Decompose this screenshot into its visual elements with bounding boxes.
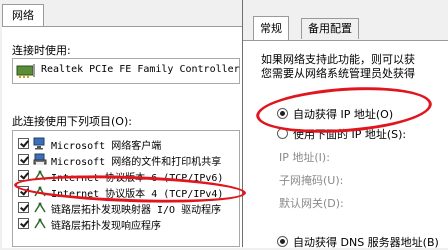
ipv4-tab-body: 如果网络支持此功能，则可以获 您需要从网络系统管理员处获得 自动获得 IP 地址… [243,40,448,250]
ip-address-label: IP 地址(I): [279,151,330,164]
item-checkbox[interactable] [18,218,29,229]
item-label: 链路层拓扑发现响应程序 [51,221,161,232]
connection-items-list[interactable]: Microsoft 网络客户端 Microsoft 网络的文件和打印机共享 In… [12,130,240,247]
item-checkbox[interactable] [18,170,29,181]
list-item[interactable]: Microsoft 网络的文件和打印机共享 [13,152,239,168]
protocol-icon [34,218,46,229]
protocol-icon [34,202,46,213]
network-client-icon [33,137,45,150]
manual-ip-radio[interactable] [277,128,288,139]
list-item[interactable]: 链路层拓扑发现响应程序 [13,216,239,232]
network-adapter-icon [16,64,35,78]
item-label: Microsoft 网络客户端 [51,141,162,152]
manual-ip-label[interactable]: 使用下面的 IP 地址(S): [293,126,406,142]
protocol-icon [34,186,46,197]
item-checkbox[interactable] [18,154,29,165]
tab-general[interactable]: 常规 [253,16,289,41]
adapter-properties-panel: 网络 连接时使用: Realtek PCIe FE Family Control… [0,0,242,248]
auto-ip-label[interactable]: 自动获得 IP 地址(O) [293,106,393,122]
auto-dns-label[interactable]: 自动获得 DNS 服务器地址(B) [293,234,439,250]
adapter-box: Realtek PCIe FE Family Controller [12,58,240,84]
adapter-tab-strip: 网络 [0,0,242,28]
item-label: Internet 协议版本 4 (TCP/IPv4) [51,189,224,200]
item-checkbox[interactable] [18,202,29,213]
list-item[interactable]: Microsoft 网络客户端 [13,136,239,152]
description-line-2: 您需要从网络系统管理员处获得 [261,67,415,80]
item-label: 链路层拓扑发现映射器 I/O 驱动程序 [51,205,222,216]
auto-dns-radio[interactable] [277,236,288,247]
auto-ip-radio[interactable] [277,108,288,119]
ipv4-properties-window: 常规 备用配置 如果网络支持此功能，则可以获 您需要从网络系统管理员处获得 自动… [242,0,448,250]
item-checkbox[interactable] [18,138,29,149]
adapter-name: Realtek PCIe FE Family Controller [41,64,240,75]
item-label: Microsoft 网络的文件和打印机共享 [51,157,222,168]
tab-network[interactable]: 网络 [2,4,44,27]
default-gateway-label: 默认网关(D): [279,197,344,210]
list-item[interactable]: Internet 协议版本 4 (TCP/IPv4) [13,184,239,200]
subnet-mask-label: 子网掩码(U): [279,174,344,187]
ipv4-tab-strip: 常规 备用配置 [243,0,448,41]
tab-alternate-configuration[interactable]: 备用配置 [301,18,359,39]
protocol-icon [34,170,46,181]
item-checkbox[interactable] [18,186,29,197]
connect-using-label: 连接时使用: [12,44,71,57]
file-printer-sharing-icon [33,153,47,165]
item-label: Internet 协议版本 6 (TCP/IPv6) [51,173,224,184]
items-label: 此连接使用下列项目(O): [12,115,132,128]
list-item[interactable]: Internet 协议版本 6 (TCP/IPv6) [13,168,239,184]
list-item[interactable]: 链路层拓扑发现映射器 I/O 驱动程序 [13,200,239,216]
